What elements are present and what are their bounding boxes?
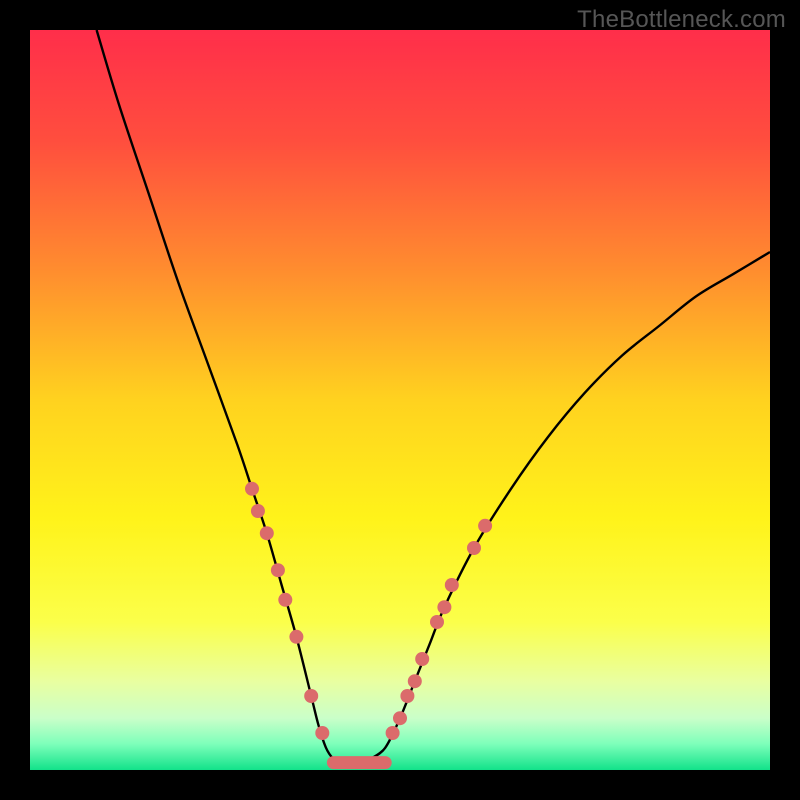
data-point-marker <box>245 482 259 496</box>
data-point-marker <box>408 674 422 688</box>
data-point-marker <box>430 615 444 629</box>
bottleneck-chart <box>30 30 770 770</box>
data-point-marker <box>437 600 451 614</box>
data-point-marker <box>278 593 292 607</box>
data-point-marker <box>315 726 329 740</box>
chart-frame <box>30 30 770 770</box>
data-point-marker <box>386 726 400 740</box>
data-point-marker <box>415 652 429 666</box>
data-point-marker <box>393 711 407 725</box>
data-point-marker <box>467 541 481 555</box>
data-point-marker <box>304 689 318 703</box>
data-point-marker <box>289 630 303 644</box>
data-point-marker <box>271 563 285 577</box>
watermark-text: TheBottleneck.com <box>577 6 786 34</box>
gradient-background <box>30 30 770 770</box>
data-point-marker <box>445 578 459 592</box>
data-point-marker <box>400 689 414 703</box>
data-point-marker <box>251 504 265 518</box>
data-point-marker <box>260 526 274 540</box>
data-point-marker <box>478 519 492 533</box>
